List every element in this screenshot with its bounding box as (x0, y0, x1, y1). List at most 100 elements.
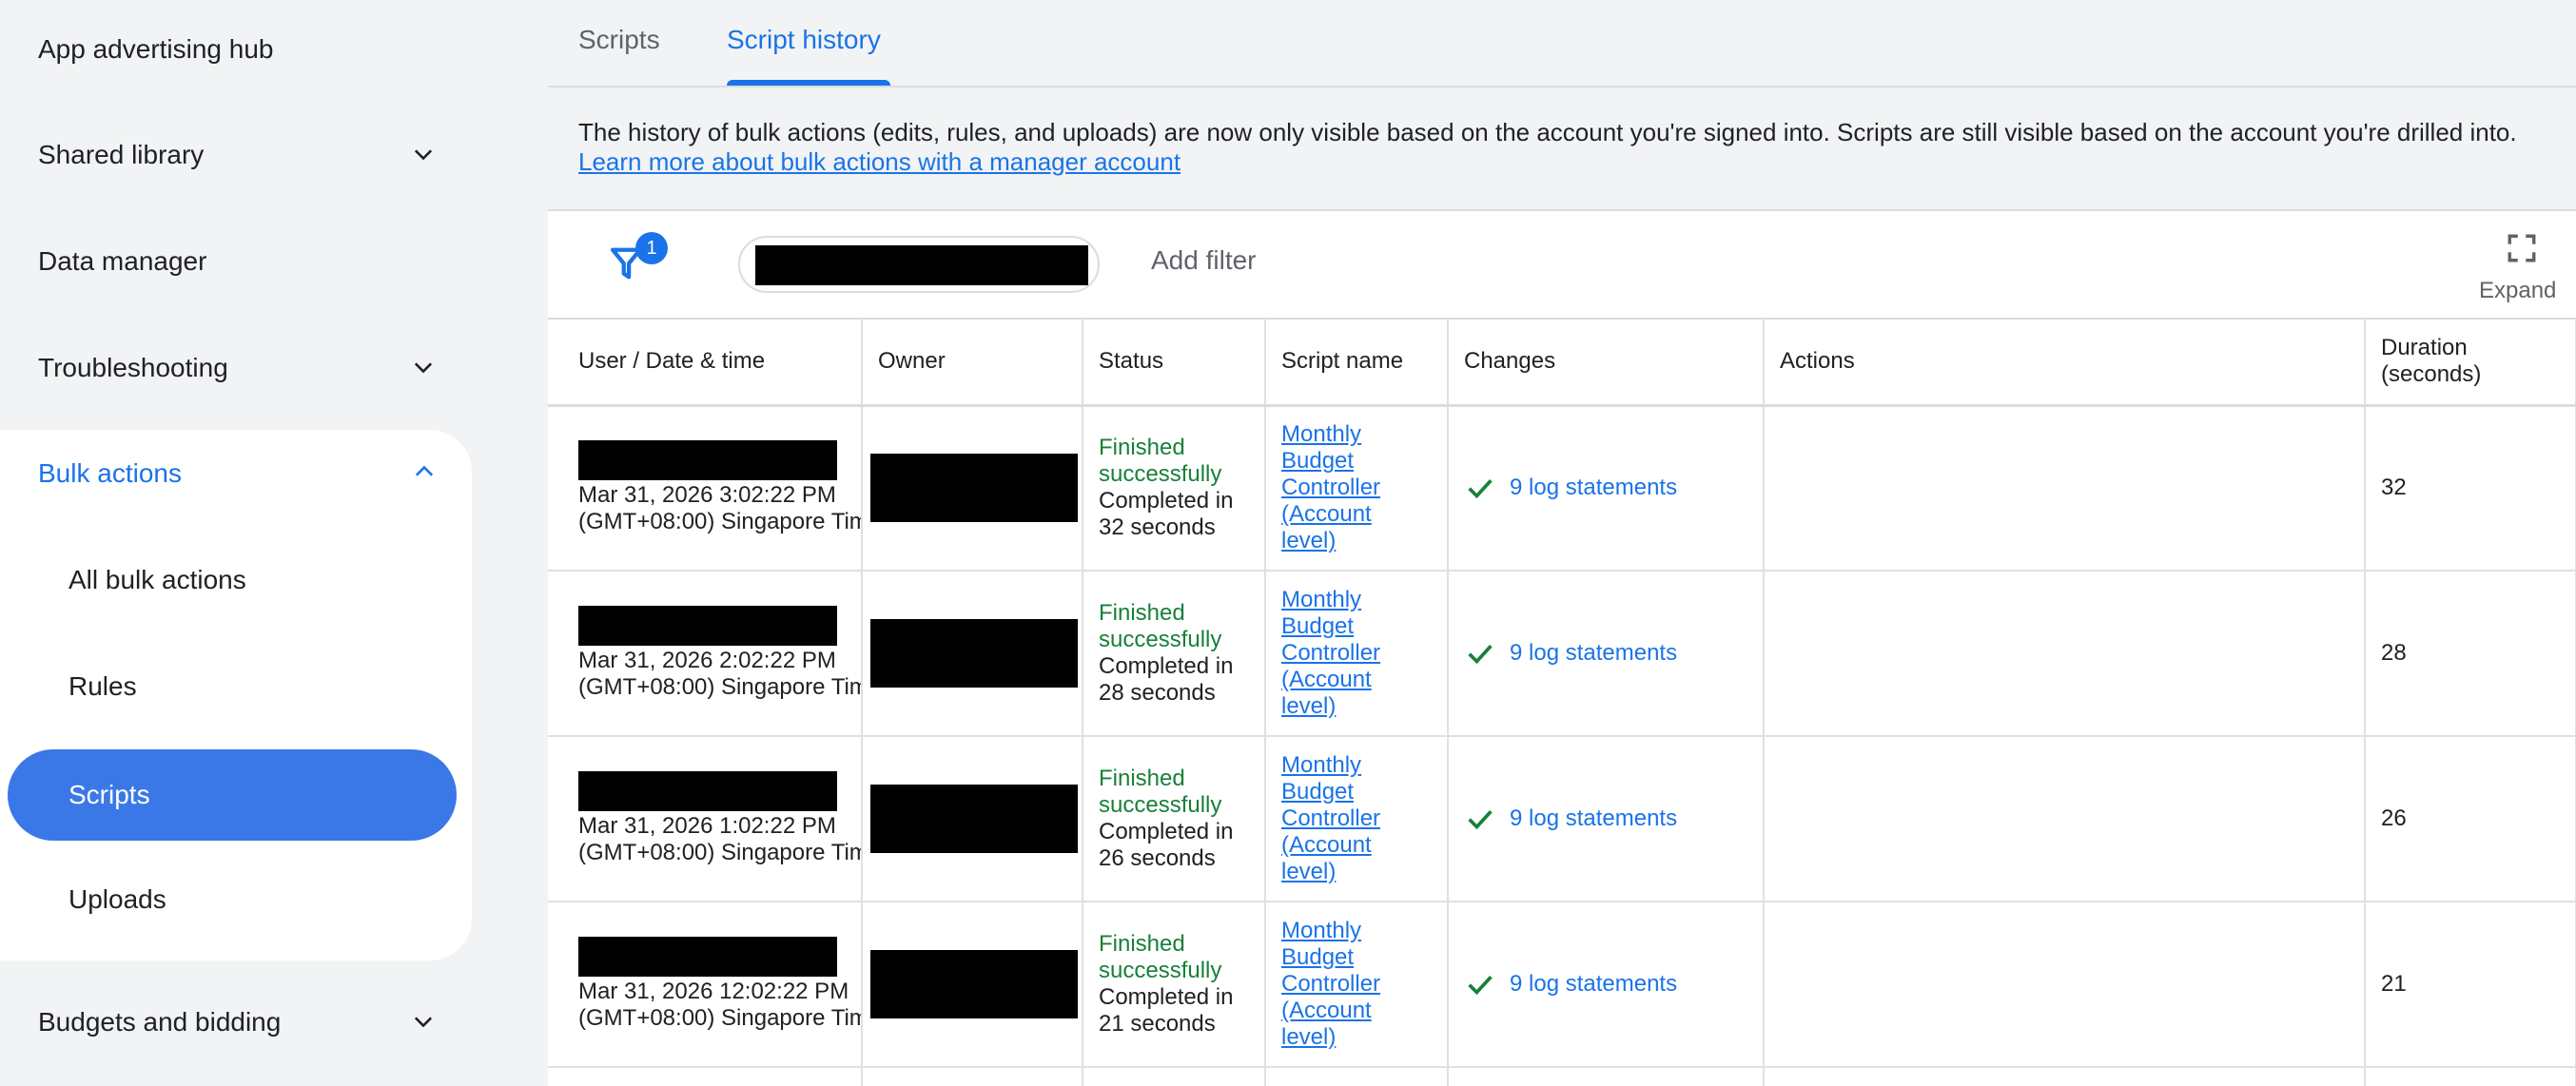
user-date-cell: Mar 31, 2026 1:02:22 PM (GMT+08:00) Sing… (548, 736, 863, 902)
expand-label[interactable]: Expand (2479, 278, 2556, 304)
script-history-panel: 1 Add filter Expand User / Date & time O… (548, 209, 2576, 1086)
changes-cell: 9 log statements (1448, 405, 1765, 572)
run-timezone: (GMT+08:00) Singapore Time (578, 509, 862, 535)
run-timezone: (GMT+08:00) Singapore Time (578, 840, 862, 865)
script-name-link[interactable]: Monthly Budget Controller (Account level… (1281, 421, 1395, 554)
sidebar-item-app-advertising-hub[interactable]: App advertising hub (38, 21, 438, 78)
sidebar-item-label: App advertising hub (38, 34, 274, 64)
sidebar-item-all-bulk-actions[interactable]: All bulk actions (68, 552, 246, 609)
changes-label: 9 log statements (1510, 640, 1678, 666)
status-text: Finished successfully (1099, 766, 1222, 818)
chevron-down-icon (409, 354, 438, 382)
column-header-changes[interactable]: Changes (1448, 320, 1765, 406)
changes-link[interactable]: 9 log statements (1464, 637, 1747, 669)
sidebar-item-label: Shared library (38, 140, 205, 169)
column-header-user-date[interactable]: User / Date & time (548, 320, 863, 406)
column-header-owner[interactable]: Owner (862, 320, 1083, 406)
user-date-cell: Mar 31, 2026 3:02:22 PM (GMT+08:00) Sing… (548, 405, 863, 572)
tab-scripts[interactable]: Scripts (578, 25, 660, 55)
changes-cell: 9 log statements (1448, 736, 1765, 902)
tab-script-history[interactable]: Script history (727, 25, 881, 55)
script-name-cell: Monthly Budget Controller (Account level… (1265, 902, 1449, 1068)
sidebar-item-rules[interactable]: Rules (68, 658, 137, 715)
changes-cell: 9 log statements (1448, 571, 1765, 737)
check-icon (1468, 479, 1493, 499)
run-date: Mar 31, 2026 3:02:22 PM (578, 482, 836, 509)
filter-count-badge: 1 (635, 232, 668, 264)
column-header-status[interactable]: Status (1083, 320, 1266, 406)
status-cell: Finished successfully Completed in 21 se… (1083, 902, 1266, 1068)
script-name-link[interactable]: Monthly Budget Controller (Account level… (1281, 918, 1395, 1051)
changes-cell (1448, 1067, 1765, 1086)
chevron-down-icon (409, 141, 438, 169)
sidebar-item-budgets-and-bidding[interactable]: Budgets and bidding (38, 994, 438, 1051)
table-toolbar: 1 Add filter Expand (548, 211, 2576, 320)
actions-cell (1764, 405, 2366, 572)
completed-text: Completed in 32 seconds (1099, 488, 1234, 541)
table-row: Mar 31, 2026 3:02:22 PM (GMT+08:00) Sing… (548, 405, 2576, 572)
redacted-user (578, 937, 837, 977)
chevron-down-icon (409, 1008, 438, 1037)
owner-cell (862, 736, 1083, 902)
check-icon (1468, 644, 1493, 665)
user-date-cell: Mar 31, 2026 12:02:22 PM (GMT+08:00) Sin… (548, 902, 863, 1068)
duration-cell: 21 (2365, 902, 2576, 1068)
sidebar-item-label: Troubleshooting (38, 353, 228, 382)
table-row (548, 1067, 2576, 1086)
table-row: Mar 31, 2026 12:02:22 PM (GMT+08:00) Sin… (548, 902, 2576, 1068)
redacted-user (578, 606, 837, 646)
active-tab-indicator (727, 80, 890, 86)
changes-link[interactable]: 9 log statements (1464, 968, 1747, 1000)
redacted-user (578, 440, 837, 481)
status-text: Finished successfully (1099, 600, 1222, 652)
learn-more-link[interactable]: Learn more about bulk actions with a man… (578, 147, 1181, 176)
owner-cell (862, 571, 1083, 737)
column-header-actions[interactable]: Actions (1764, 320, 2366, 406)
sidebar-item-shared-library[interactable]: Shared library (38, 126, 438, 184)
script-name-link[interactable]: Monthly Budget Controller (Account level… (1281, 587, 1395, 720)
sidebar-item-data-manager[interactable]: Data manager (38, 233, 438, 290)
completed-text: Completed in 26 seconds (1099, 819, 1234, 871)
status-cell: Finished successfully Completed in 32 se… (1083, 405, 1266, 572)
changes-link[interactable]: 9 log statements (1464, 472, 1747, 504)
owner-cell (862, 1067, 1083, 1086)
changes-label: 9 log statements (1510, 805, 1678, 831)
redacted-owner (870, 454, 1078, 523)
status-cell: Finished successfully Completed in 28 se… (1083, 571, 1266, 737)
run-date: Mar 31, 2026 12:02:22 PM (578, 979, 849, 1004)
check-icon (1468, 809, 1493, 830)
column-header-script-name[interactable]: Script name (1265, 320, 1449, 406)
user-date-cell (548, 1067, 863, 1086)
changes-link[interactable]: 9 log statements (1464, 803, 1747, 835)
user-date-cell: Mar 31, 2026 2:02:22 PM (GMT+08:00) Sing… (548, 571, 863, 737)
duration-cell (2365, 1067, 2576, 1086)
sidebar-item-label: Rules (68, 671, 137, 701)
status-text: Finished successfully (1099, 931, 1222, 983)
script-name-cell: Monthly Budget Controller (Account level… (1265, 571, 1449, 737)
table-row: Mar 31, 2026 1:02:22 PM (GMT+08:00) Sing… (548, 736, 2576, 902)
notice-text: The history of bulk actions (edits, rule… (578, 118, 2517, 146)
sidebar-item-label: Bulk actions (38, 458, 182, 488)
run-timezone: (GMT+08:00) Singapore Time (578, 674, 862, 700)
info-notice: The history of bulk actions (edits, rule… (578, 118, 2566, 177)
column-header-duration[interactable]: Duration (seconds) (2365, 320, 2576, 406)
main-content: Scripts Script history The history of bu… (548, 0, 2576, 1086)
add-filter-button[interactable]: Add filter (1151, 245, 1257, 276)
redacted-owner (870, 950, 1078, 1018)
script-name-cell: Monthly Budget Controller (Account level… (1265, 736, 1449, 902)
sidebar: App advertising hub Shared library Data … (0, 0, 548, 1086)
sidebar-item-troubleshooting[interactable]: Troubleshooting (38, 339, 438, 397)
script-history-table: User / Date & time Owner Status Script n… (548, 320, 2576, 1086)
actions-cell (1764, 902, 2366, 1068)
expand-icon[interactable] (2506, 232, 2538, 264)
run-timezone: (GMT+08:00) Singapore Time (578, 1005, 862, 1031)
sidebar-item-uploads[interactable]: Uploads (68, 871, 166, 928)
sidebar-item-bulk-actions[interactable]: Bulk actions (38, 445, 438, 502)
script-name-cell (1265, 1067, 1449, 1086)
sidebar-item-label: Uploads (68, 884, 166, 914)
script-name-link[interactable]: Monthly Budget Controller (Account level… (1281, 752, 1395, 885)
sidebar-item-label: All bulk actions (68, 565, 246, 594)
duration-cell: 32 (2365, 405, 2576, 572)
table-header-row: User / Date & time Owner Status Script n… (548, 320, 2576, 406)
filter-chip[interactable] (738, 236, 1100, 293)
